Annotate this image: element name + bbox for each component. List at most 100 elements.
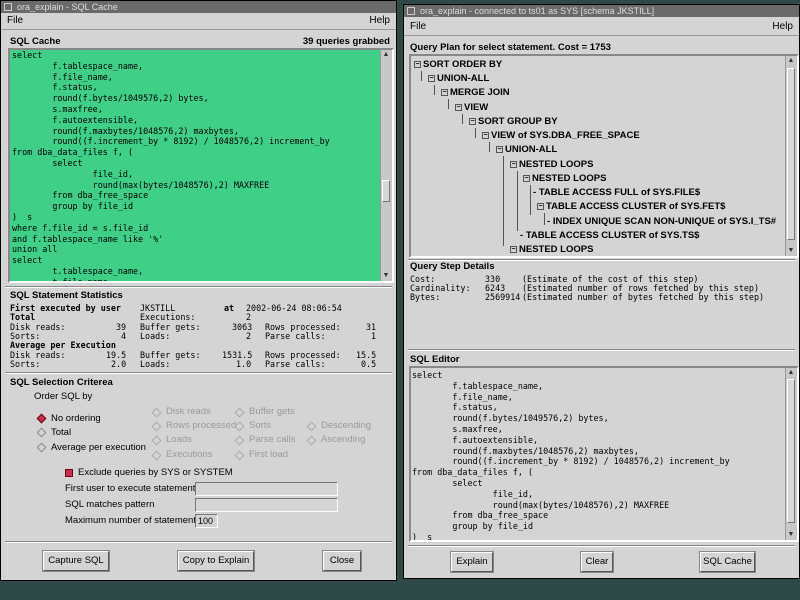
sql-editor-title: SQL Editor bbox=[410, 354, 460, 365]
tree-line bbox=[475, 128, 476, 138]
no-ordering-label[interactable]: No ordering bbox=[51, 413, 101, 424]
window-menu-icon[interactable] bbox=[407, 7, 415, 15]
close-button[interactable]: Close bbox=[323, 551, 361, 571]
radio-first-load[interactable] bbox=[234, 450, 245, 461]
exclude-sys-label[interactable]: Exclude queries by SYS or SYSTEM bbox=[78, 467, 233, 478]
tree-line bbox=[448, 99, 449, 109]
plan-node[interactable]: - TABLE ACCESS FULL of SYS.FILE$ bbox=[533, 186, 700, 199]
plan-node[interactable]: − NESTED LOOPS bbox=[510, 158, 593, 171]
executions-option[interactable]: Executions bbox=[166, 449, 212, 460]
menu-file[interactable]: File bbox=[410, 19, 426, 35]
at-label: at bbox=[224, 303, 235, 313]
plan-node[interactable]: − VIEW of SYS.DBA_FREE_SPACE bbox=[482, 129, 640, 142]
plan-node[interactable]: − TABLE ACCESS CLUSTER of SYS.FET$ bbox=[537, 200, 725, 213]
descending-option[interactable]: Descending bbox=[321, 420, 371, 431]
plan-node[interactable]: − VIEW bbox=[455, 101, 488, 114]
capture-sql-button[interactable]: Capture SQL bbox=[43, 551, 109, 571]
max-statements-input[interactable]: 100 bbox=[195, 514, 218, 528]
separator bbox=[5, 286, 392, 288]
first-user-input[interactable] bbox=[195, 482, 338, 496]
collapse-icon[interactable]: − bbox=[414, 60, 421, 68]
clear-button[interactable]: Clear bbox=[581, 552, 613, 572]
plan-node[interactable]: - INDEX UNIQUE SCAN NON-UNIQUE of SYS.I_… bbox=[547, 215, 776, 228]
first-user-label: First user to execute statement bbox=[65, 483, 196, 494]
query-plan-tree[interactable]: − SORT ORDER BY − UNION-ALL − MERGE JOIN − V… bbox=[409, 54, 799, 258]
rows-processed-option[interactable]: Rows processed bbox=[166, 420, 236, 431]
sql-cache-listbox[interactable]: select f.tablespace_name, f.file_name, f… bbox=[8, 48, 394, 283]
plan-node[interactable]: − NESTED LOOPS bbox=[523, 172, 606, 185]
parse-calls-label: Parse calls: bbox=[265, 331, 326, 341]
collapse-icon[interactable]: − bbox=[441, 88, 448, 96]
window-titlebar[interactable]: ora_explain - connected to ts01 as SYS [… bbox=[404, 5, 799, 17]
radio-descending[interactable] bbox=[306, 421, 317, 432]
plan-node[interactable]: − NESTED LOOPS bbox=[510, 243, 593, 256]
plan-node[interactable]: − MERGE JOIN bbox=[441, 86, 510, 99]
collapse-icon[interactable]: − bbox=[510, 245, 517, 253]
collapse-icon[interactable]: − bbox=[469, 117, 476, 125]
radio-ascending[interactable] bbox=[306, 435, 317, 446]
total-label[interactable]: Total bbox=[51, 427, 71, 438]
collapse-icon[interactable]: − bbox=[455, 103, 462, 111]
average-per-execution-label[interactable]: Average per execution bbox=[51, 442, 146, 453]
radio-executions[interactable] bbox=[151, 450, 162, 461]
collapse-icon[interactable]: − bbox=[523, 174, 530, 182]
loads-avg: 1.0 bbox=[236, 359, 252, 369]
collapse-icon[interactable]: − bbox=[496, 145, 503, 153]
radio-average-per-execution[interactable] bbox=[36, 442, 47, 453]
sql-cache-window: ora_explain - SQL Cache File Help SQL Ca… bbox=[0, 0, 397, 581]
cached-sql-text[interactable]: select f.tablespace_name, f.file_name, f… bbox=[12, 50, 378, 281]
sorts-option[interactable]: Sorts bbox=[249, 420, 271, 431]
first-load-option[interactable]: First load bbox=[249, 449, 288, 460]
radio-no-ordering[interactable] bbox=[36, 413, 47, 424]
sql-cache-button[interactable]: SQL Cache bbox=[700, 552, 755, 572]
ascending-option[interactable]: Ascending bbox=[321, 434, 365, 445]
collapse-icon[interactable]: − bbox=[428, 74, 435, 82]
sql-cache-scrollbar[interactable]: ▲ ▼ bbox=[380, 50, 392, 281]
scroll-up-arrow-icon[interactable]: ▲ bbox=[382, 50, 390, 60]
sql-editor-textarea[interactable]: select f.tablespace_name, f.file_name, f… bbox=[409, 366, 799, 542]
separator bbox=[5, 372, 392, 374]
menu-help[interactable]: Help bbox=[369, 13, 390, 29]
scrollbar-thumb[interactable] bbox=[787, 379, 795, 523]
sql-editor-text[interactable]: select f.tablespace_name, f.file_name, f… bbox=[412, 370, 784, 540]
exclude-sys-checkbox[interactable] bbox=[65, 469, 73, 477]
sql-pattern-input[interactable] bbox=[195, 498, 338, 512]
collapse-icon[interactable]: − bbox=[510, 160, 517, 168]
radio-loads[interactable] bbox=[151, 435, 162, 446]
scroll-up-arrow-icon[interactable]: ▲ bbox=[787, 56, 795, 66]
scroll-down-arrow-icon[interactable]: ▼ bbox=[787, 530, 795, 540]
menu-file[interactable]: File bbox=[7, 13, 23, 29]
disk-reads-option[interactable]: Disk reads bbox=[166, 406, 211, 417]
window-titlebar[interactable]: ora_explain - SQL Cache bbox=[1, 1, 396, 13]
scrollbar-thumb[interactable] bbox=[382, 180, 390, 202]
scroll-down-arrow-icon[interactable]: ▼ bbox=[787, 246, 795, 256]
loads-option[interactable]: Loads bbox=[166, 434, 192, 445]
collapse-icon[interactable]: − bbox=[537, 202, 544, 210]
radio-rows-processed[interactable] bbox=[151, 421, 162, 432]
sql-editor-scrollbar[interactable]: ▲ ▼ bbox=[785, 368, 797, 540]
scroll-down-arrow-icon[interactable]: ▼ bbox=[382, 271, 390, 281]
selection-criteria-title: SQL Selection Criterea bbox=[10, 377, 113, 388]
scrollbar-thumb[interactable] bbox=[787, 68, 795, 240]
radio-buffer-gets[interactable] bbox=[234, 407, 245, 418]
buffer-gets-option[interactable]: Buffer gets bbox=[249, 406, 295, 417]
plan-node[interactable]: − UNION-ALL bbox=[428, 72, 489, 85]
tree-line bbox=[421, 71, 422, 81]
separator bbox=[408, 349, 795, 351]
plan-node[interactable]: - TABLE ACCESS CLUSTER of SYS.TS$ bbox=[520, 229, 699, 242]
plan-node[interactable]: − SORT ORDER BY bbox=[414, 58, 502, 71]
plan-node[interactable]: − UNION-ALL bbox=[496, 143, 557, 156]
query-plan-scrollbar[interactable]: ▲ ▼ bbox=[785, 56, 797, 256]
radio-disk-reads[interactable] bbox=[151, 407, 162, 418]
window-menu-icon[interactable] bbox=[4, 3, 12, 11]
parse-calls-option[interactable]: Parse calls bbox=[249, 434, 295, 445]
menu-help[interactable]: Help bbox=[772, 19, 793, 35]
radio-total[interactable] bbox=[36, 427, 47, 438]
explain-button[interactable]: Explain bbox=[451, 552, 493, 572]
separator bbox=[5, 541, 392, 543]
plan-node[interactable]: − SORT GROUP BY bbox=[469, 115, 558, 128]
radio-parse-calls[interactable] bbox=[234, 435, 245, 446]
copy-to-explain-button[interactable]: Copy to Explain bbox=[178, 551, 254, 571]
scroll-up-arrow-icon[interactable]: ▲ bbox=[787, 368, 795, 378]
collapse-icon[interactable]: − bbox=[482, 131, 489, 139]
